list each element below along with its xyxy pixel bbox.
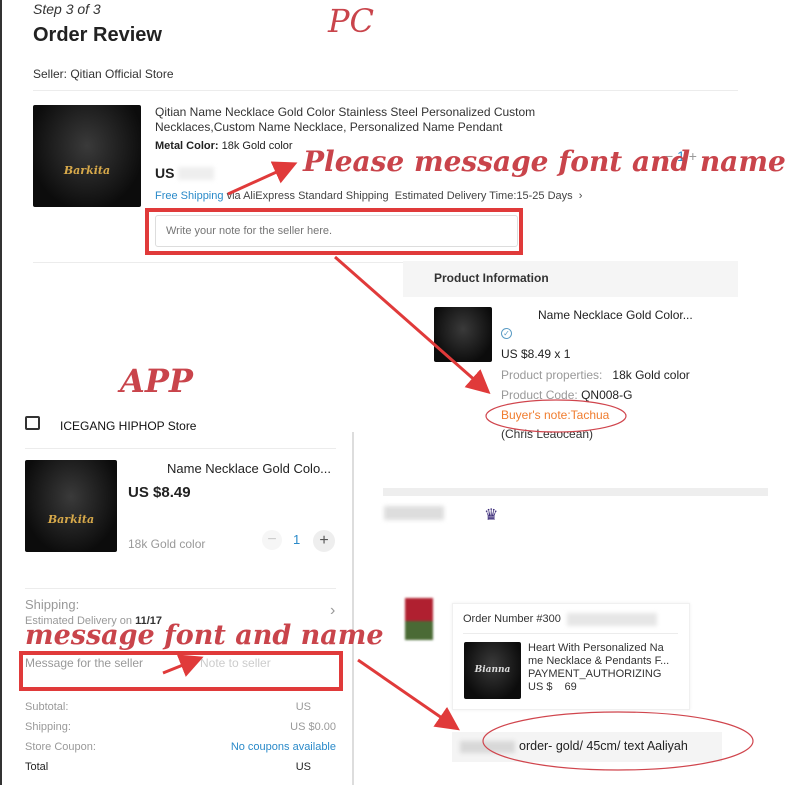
highlight-ellipse (485, 399, 627, 433)
annotation-overlay (162, 161, 754, 771)
arrow (227, 161, 298, 196)
arrow (357, 658, 460, 731)
arrow (334, 255, 491, 394)
arrow (162, 654, 204, 677)
highlight-ellipse (482, 711, 754, 771)
